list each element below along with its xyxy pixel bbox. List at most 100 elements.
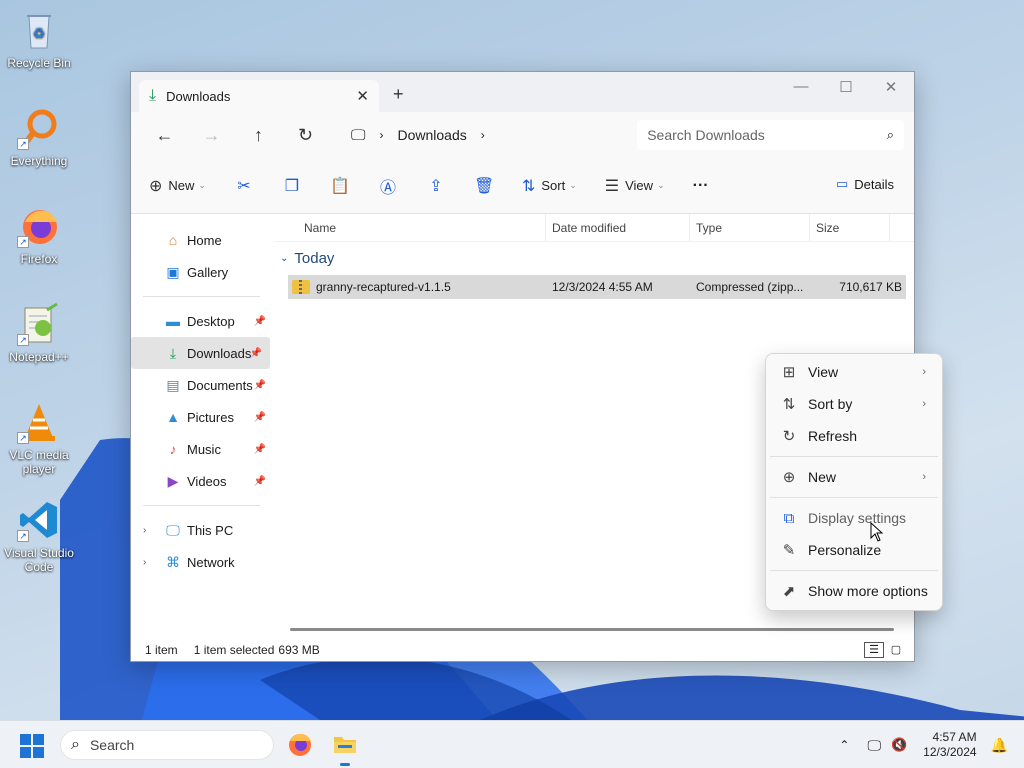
sidebar-item-network[interactable]: › ⌘ Network — [131, 546, 274, 578]
mouse-cursor-icon — [870, 522, 884, 542]
menu-item-sort-by[interactable]: ⇅ Sort by › — [766, 388, 942, 420]
cut-icon[interactable]: ✂ — [234, 176, 254, 196]
new-tab-button[interactable]: + — [393, 84, 404, 105]
minimize-button[interactable]: — — [786, 78, 816, 95]
address-bar-row: ← → ↑ ↻ 🖵 › Downloads › ⌕ — [131, 112, 914, 158]
desktop-icon-label: Notepad++ — [9, 350, 69, 364]
desktop-icon-label: Firefox — [20, 252, 58, 266]
network-status-icon[interactable]: 🖵 — [867, 737, 881, 754]
tab-downloads[interactable]: ⤓ Downloads ✕ — [139, 80, 379, 112]
group-label: Today — [294, 250, 335, 267]
gallery-icon: ▣ — [166, 263, 180, 280]
sidebar-item-desktop[interactable]: ▬ Desktop 📌 — [131, 305, 274, 337]
menu-item-display-settings[interactable]: ⧉ Display settings — [766, 502, 942, 534]
taskbar-search[interactable]: ⌕ Search — [60, 730, 274, 760]
tiles-view-icon[interactable]: ▢ — [886, 642, 906, 658]
chevron-right-icon[interactable]: › — [143, 557, 146, 568]
sidebar-item-music[interactable]: ♪ Music 📌 — [131, 433, 274, 465]
notification-bell-icon[interactable]: 🔔 — [991, 737, 1008, 754]
chevron-right-icon[interactable]: › — [143, 525, 146, 536]
horizontal-scrollbar[interactable] — [290, 628, 894, 631]
taskbar-firefox[interactable] — [287, 731, 315, 759]
windows-logo-icon — [20, 747, 31, 758]
column-date-modified[interactable]: Date modified — [546, 214, 690, 241]
menu-item-view[interactable]: ⊞ View › — [766, 356, 942, 388]
chevron-right-icon: › — [379, 128, 384, 142]
clock[interactable]: 4:57 AM 12/3/2024 — [923, 730, 976, 760]
maximize-button[interactable]: ☐ — [831, 78, 861, 96]
title-bar: ⤓ Downloads ✕ + — ☐ ✕ — [131, 72, 914, 112]
taskbar-file-explorer[interactable] — [332, 731, 360, 766]
sidebar-label: Documents — [187, 377, 253, 393]
group-header-today[interactable]: ⌄ Today — [280, 250, 914, 267]
desktop-icon-everything[interactable]: ↗ Everything — [0, 106, 78, 168]
copy-icon[interactable]: ❐ — [282, 176, 302, 196]
navigation-pane: ⌂ Home ▣ Gallery ▬ Desktop 📌 ⤓ Downloads… — [131, 214, 274, 639]
everything-search-icon: ↗ — [17, 106, 61, 150]
up-button[interactable]: ↑ — [235, 125, 282, 146]
share-icon[interactable]: ⇪ — [426, 176, 446, 196]
chevron-right-icon: › — [922, 471, 926, 483]
shortcut-arrow-icon: ↗ — [17, 432, 29, 444]
desktop-icon-recycle-bin[interactable]: ♻ Recycle Bin — [0, 8, 78, 70]
sidebar-item-gallery[interactable]: ▣ Gallery — [131, 256, 274, 288]
desktop-icon-vlc[interactable]: ↗ VLC media player — [0, 400, 78, 476]
refresh-icon: ↻ — [782, 428, 796, 445]
start-button[interactable] — [20, 734, 44, 758]
refresh-button[interactable]: ↻ — [282, 125, 329, 146]
windows-logo-icon — [33, 747, 44, 758]
menu-item-new[interactable]: ⊕ New › — [766, 461, 942, 493]
menu-label: Personalize — [808, 542, 882, 558]
sidebar-item-pictures[interactable]: ▲ Pictures 📌 — [131, 401, 274, 433]
search-box[interactable]: ⌕ — [637, 120, 904, 150]
clock-date: 12/3/2024 — [923, 745, 977, 759]
sidebar-label: This PC — [187, 522, 234, 538]
documents-icon: ▤ — [166, 376, 180, 393]
sidebar-item-home[interactable]: ⌂ Home — [131, 224, 274, 256]
details-view-icon[interactable]: ☰ — [864, 642, 884, 658]
search-icon: ⌕ — [886, 127, 894, 142]
desktop-icon-vscode[interactable]: ↗ Visual Studio Code — [0, 498, 78, 574]
column-name[interactable]: Name — [274, 214, 546, 241]
view-label: View — [625, 178, 654, 193]
forward-button[interactable]: → — [188, 125, 235, 146]
notepad-plus-plus-icon: ↗ — [17, 302, 61, 346]
more-options-button[interactable]: ··· — [693, 177, 709, 195]
close-window-button[interactable]: ✕ — [876, 78, 906, 96]
sort-button[interactable]: ⇅ Sort ⌄ — [522, 176, 577, 196]
details-button[interactable]: ▭ Details — [836, 176, 894, 192]
desktop-context-menu: ⊞ View › ⇅ Sort by › ↻ Refresh ⊕ New › ⧉… — [765, 353, 943, 611]
close-tab-icon[interactable]: ✕ — [356, 87, 369, 105]
rename-icon[interactable]: Ⓐ — [378, 174, 398, 198]
volume-muted-icon[interactable]: 🔇 — [891, 737, 907, 753]
new-button[interactable]: ⊕ New ⌄ — [149, 176, 206, 196]
menu-item-personalize[interactable]: ✎ Personalize — [766, 534, 942, 566]
sidebar-item-videos[interactable]: ▶ Videos 📌 — [131, 465, 274, 497]
menu-item-show-more-options[interactable]: ⬈ Show more options — [766, 575, 942, 607]
column-type[interactable]: Type — [690, 214, 810, 241]
column-size[interactable]: Size — [810, 214, 890, 241]
desktop-icon-firefox[interactable]: ↗ Firefox — [0, 204, 78, 266]
file-name: granny-recaptured-v1.1.5 — [316, 280, 451, 294]
videos-icon: ▶ — [167, 472, 179, 489]
paste-icon[interactable]: 📋 — [330, 176, 350, 196]
clock-time: 4:57 AM — [932, 730, 977, 744]
file-name-cell: granny-recaptured-v1.1.5 — [288, 280, 552, 294]
sidebar-item-documents[interactable]: ▤ Documents 📌 — [131, 369, 274, 401]
desktop-icon-label: Visual Studio Code — [4, 546, 74, 574]
chevron-up-icon[interactable]: ⌃ — [839, 738, 849, 752]
view-button[interactable]: ☰ View ⌄ — [605, 176, 665, 196]
sidebar-item-downloads[interactable]: ⤓ Downloads 📌 — [131, 337, 270, 369]
sort-icon: ⇅ — [521, 177, 536, 195]
address-bar[interactable]: 🖵 › Downloads › — [339, 120, 623, 150]
search-input[interactable] — [647, 127, 887, 143]
desktop-icon-notepadpp[interactable]: ↗ Notepad++ — [0, 302, 78, 364]
sidebar-label: Videos — [187, 473, 227, 489]
delete-icon[interactable]: 🗑 — [474, 176, 494, 196]
breadcrumb-downloads[interactable]: Downloads — [397, 127, 466, 143]
sidebar-item-this-pc[interactable]: › 🖵 This PC — [131, 514, 274, 546]
desktop-icon-label: Everything — [10, 154, 68, 168]
back-button[interactable]: ← — [141, 125, 188, 146]
file-row[interactable]: granny-recaptured-v1.1.5 12/3/2024 4:55 … — [288, 275, 906, 299]
menu-item-refresh[interactable]: ↻ Refresh — [766, 420, 942, 452]
